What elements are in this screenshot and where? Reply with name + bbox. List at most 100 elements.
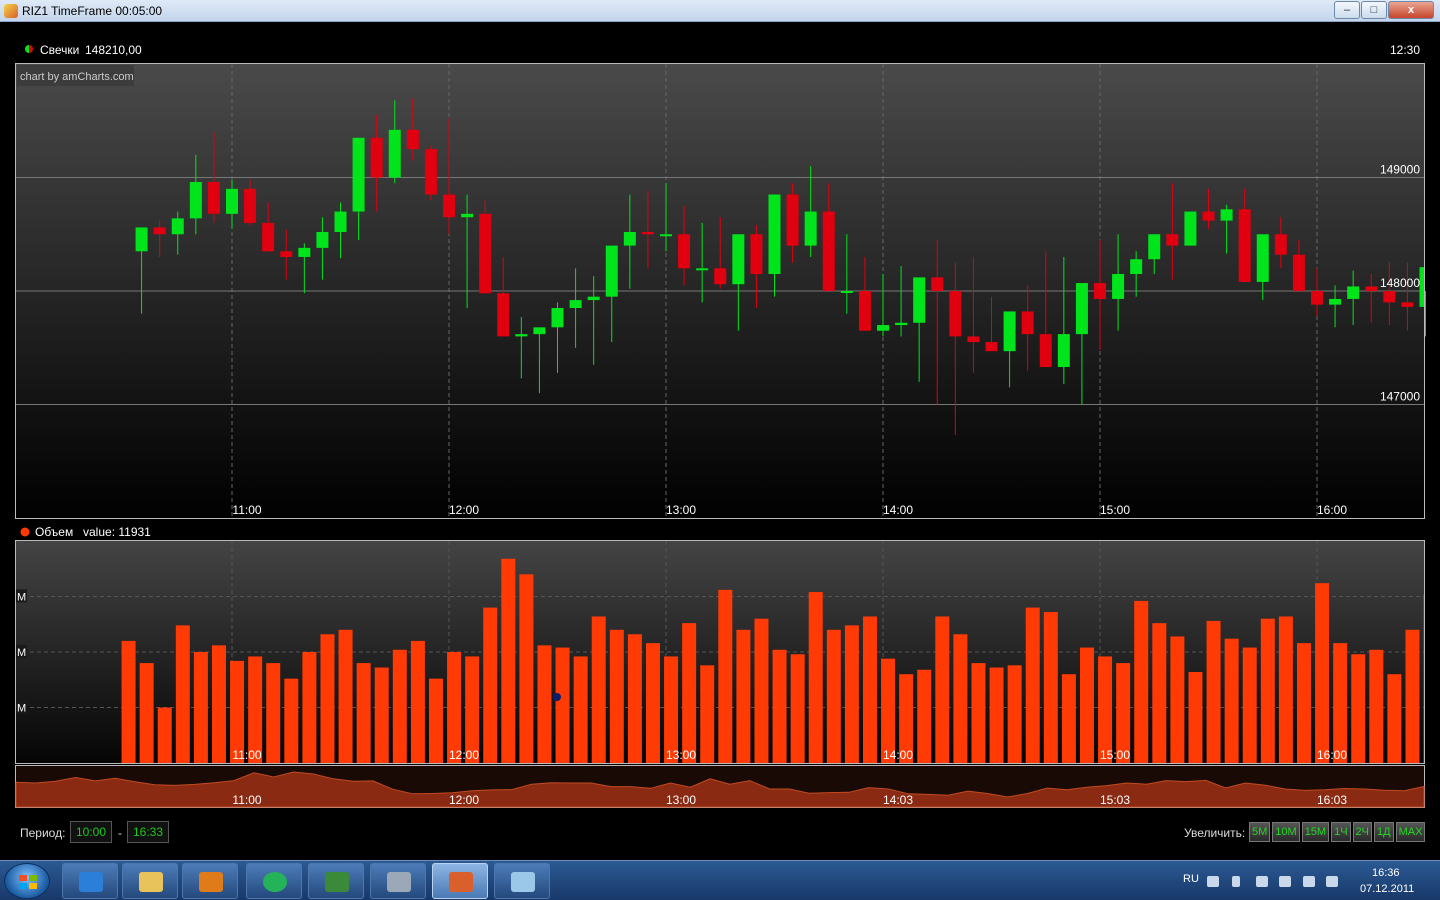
- time-readout: 12:30: [1390, 43, 1420, 57]
- navigator-x-tick-label: 12:00: [449, 793, 479, 807]
- tray-expand-icon[interactable]: [1232, 876, 1240, 887]
- zoom-1h-button[interactable]: 1Ч: [1331, 822, 1351, 842]
- volume-bar: [700, 665, 715, 763]
- chart-credit[interactable]: chart by amCharts.com: [20, 71, 134, 83]
- volume-bar: [501, 558, 516, 763]
- flag-icon[interactable]: [1279, 876, 1291, 887]
- volume-bar: [862, 616, 877, 763]
- candle-body: [569, 300, 582, 309]
- candle-body: [641, 231, 654, 235]
- candle-body: [1021, 311, 1034, 335]
- tray-language[interactable]: RU: [1183, 873, 1199, 885]
- candle-body: [171, 218, 184, 235]
- navigator-x-tick-label: 11:00: [232, 793, 261, 807]
- candle-body: [949, 291, 962, 337]
- candle-body: [732, 234, 745, 285]
- candle-body: [1075, 283, 1088, 335]
- candle-body: [1003, 311, 1016, 352]
- price-y-tick-label: 147000: [1380, 390, 1420, 404]
- volume-bar: [754, 618, 769, 763]
- volume-bar: [139, 663, 154, 763]
- candle-body: [153, 227, 166, 235]
- volume-bar: [953, 634, 968, 763]
- candle-body: [858, 291, 871, 331]
- candle: [1184, 211, 1197, 246]
- volume-x-tick-label: 13:00: [666, 748, 696, 762]
- candle-body: [877, 325, 889, 331]
- candle-body: [985, 342, 998, 352]
- candle-body: [1401, 302, 1414, 307]
- candle-body: [262, 222, 275, 252]
- price-x-tick-label: 14:00: [883, 503, 913, 517]
- volume-bar: [428, 678, 443, 763]
- navigator-x-tick-label: 14:03: [883, 793, 913, 807]
- volume-bar: [121, 640, 136, 763]
- price-x-tick-label: 12:00: [449, 503, 479, 517]
- period-from-input[interactable]: 10:00: [70, 821, 112, 843]
- candle-body: [696, 268, 709, 271]
- zoom-1d-button[interactable]: 1Д: [1374, 822, 1394, 842]
- zoom-10m-button[interactable]: 10M: [1272, 822, 1300, 842]
- taskbar-chart-app-button[interactable]: [432, 863, 488, 899]
- zoom-max-button[interactable]: MAX: [1395, 822, 1426, 842]
- candle-body: [1365, 286, 1378, 291]
- volume-bar: [1278, 616, 1293, 763]
- period-to-input[interactable]: 16:33: [127, 821, 169, 843]
- start-button[interactable]: [4, 863, 50, 899]
- taskbar-media-button[interactable]: [182, 863, 238, 899]
- candle-body: [370, 137, 383, 178]
- zoom-5m-button[interactable]: 5M: [1249, 822, 1271, 842]
- volume-bar: [211, 645, 226, 763]
- tray-clock-time[interactable]: 16:36: [1372, 867, 1400, 879]
- candle-body: [207, 182, 220, 214]
- stock-chart[interactable]: 149000 148000 147000 11:00 12:00 13:00 14:00 1…: [0, 22, 1440, 860]
- volume-bar: [627, 634, 642, 763]
- volume-bar: [374, 667, 389, 763]
- zoom-2h-button[interactable]: 2Ч: [1352, 822, 1372, 842]
- maximize-button[interactable]: □: [1361, 1, 1387, 19]
- taskbar-sd-button[interactable]: [370, 863, 426, 899]
- candle-body: [1311, 291, 1323, 305]
- volume-bar: [826, 629, 841, 763]
- volume-bar: [1188, 671, 1203, 763]
- candle-body: [316, 231, 329, 248]
- candle-body: [660, 234, 672, 237]
- volume-bar: [736, 629, 751, 763]
- chart-app-icon: [449, 872, 473, 892]
- candle-body: [1057, 334, 1070, 368]
- candle-body: [424, 149, 437, 195]
- network-icon[interactable]: [1256, 876, 1268, 887]
- volume-bar: [1296, 643, 1311, 763]
- volume-bar: [175, 625, 190, 763]
- volume-bar: [591, 616, 606, 763]
- taskbar-ie-button[interactable]: [62, 863, 118, 899]
- volume-bar: [356, 663, 371, 763]
- volume-bar: [1043, 612, 1058, 763]
- volume-bar: [573, 656, 588, 763]
- app-icon: [4, 4, 18, 18]
- minimize-button[interactable]: –: [1334, 1, 1360, 19]
- candle-body: [189, 182, 202, 219]
- volume-bar: [935, 616, 950, 763]
- volume-bar: [1206, 620, 1221, 763]
- taskbar-notes-button[interactable]: [494, 863, 550, 899]
- volume-icon[interactable]: [1326, 876, 1338, 887]
- candle-body: [1238, 209, 1251, 282]
- taskbar-quik-button[interactable]: [246, 863, 302, 899]
- taskbar-terminal-button[interactable]: [308, 863, 364, 899]
- zoom-15m-button[interactable]: 15M: [1301, 822, 1330, 842]
- volume-axis-mark: M: [17, 647, 26, 659]
- display-icon[interactable]: [1303, 876, 1315, 887]
- volume-bar: [519, 574, 534, 763]
- windows-logo-icon: [19, 875, 37, 889]
- keyboard-icon[interactable]: [1207, 876, 1219, 887]
- taskbar-explorer-button[interactable]: [122, 863, 178, 899]
- tray-clock-date[interactable]: 07.12.2011: [1360, 883, 1414, 895]
- volume-bar: [266, 663, 281, 763]
- close-button[interactable]: x: [1388, 1, 1434, 19]
- candle-body: [388, 129, 401, 178]
- volume-cursor-bullet: [553, 693, 561, 701]
- candle-body: [551, 308, 564, 328]
- navigator-x-tick-label: 16:03: [1317, 793, 1347, 807]
- candle-body: [1329, 298, 1342, 305]
